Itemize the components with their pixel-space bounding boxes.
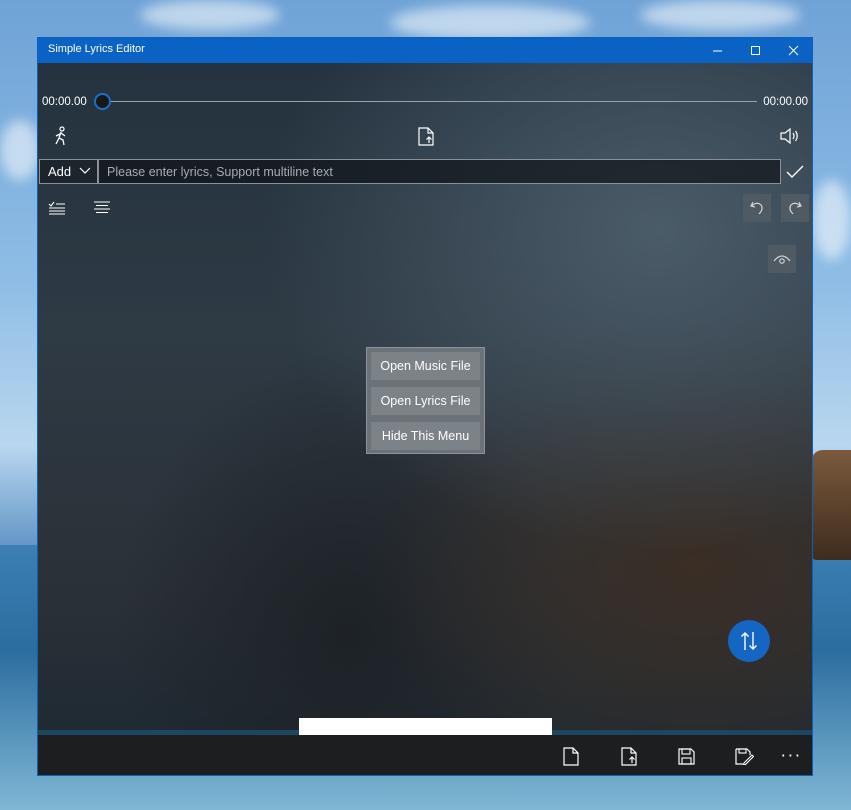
more-button[interactable]: ··· bbox=[781, 746, 802, 765]
cloud bbox=[812, 180, 851, 260]
eye-icon bbox=[773, 255, 791, 264]
total-time: 00:00.00 bbox=[763, 96, 808, 108]
progress-track[interactable] bbox=[102, 101, 757, 102]
chevron-down-icon bbox=[79, 167, 91, 174]
open-file-bottom-button[interactable] bbox=[618, 745, 640, 767]
align-lines-button[interactable] bbox=[91, 197, 113, 219]
cloud bbox=[0, 120, 40, 180]
preview-button[interactable] bbox=[768, 245, 796, 273]
window-title: Simple Lyrics Editor bbox=[48, 43, 145, 55]
undo-button[interactable] bbox=[743, 194, 771, 222]
walking-person-button[interactable] bbox=[50, 125, 72, 147]
progress-thumb[interactable] bbox=[94, 93, 111, 110]
save-as-icon bbox=[734, 747, 754, 765]
hide-menu-button[interactable]: Hide This Menu bbox=[371, 422, 480, 450]
minimize-icon bbox=[712, 50, 722, 52]
save-button[interactable] bbox=[675, 745, 697, 767]
confirm-button[interactable] bbox=[784, 161, 806, 183]
main-content: 00:00.00 00:00.00 Add Please enter lyric… bbox=[38, 63, 812, 760]
rock bbox=[811, 450, 851, 560]
close-button[interactable] bbox=[774, 38, 812, 63]
maximize-button[interactable] bbox=[736, 38, 774, 63]
swap-vertical-icon bbox=[741, 632, 757, 650]
maximize-icon bbox=[750, 46, 760, 55]
volume-button[interactable] bbox=[779, 125, 801, 147]
save-as-button[interactable] bbox=[733, 745, 755, 767]
open-file-icon bbox=[418, 126, 434, 146]
cloud bbox=[390, 5, 590, 40]
new-file-icon bbox=[563, 746, 579, 766]
walking-person-icon bbox=[55, 126, 66, 146]
checklist-button[interactable] bbox=[46, 197, 68, 219]
lyrics-input[interactable] bbox=[98, 159, 781, 184]
swap-button[interactable] bbox=[728, 620, 770, 662]
align-lines-icon bbox=[94, 201, 110, 214]
volume-icon bbox=[780, 128, 798, 144]
checkmark-icon bbox=[786, 165, 804, 178]
open-music-file-button[interactable]: Open Music File bbox=[371, 352, 480, 380]
close-icon bbox=[788, 45, 798, 56]
command-bar: ··· bbox=[38, 735, 812, 775]
cloud bbox=[640, 0, 800, 30]
open-file-button[interactable] bbox=[415, 125, 437, 147]
minimize-button[interactable] bbox=[698, 38, 736, 63]
undo-icon bbox=[750, 201, 763, 215]
checklist-icon bbox=[48, 201, 65, 215]
title-bar[interactable]: Simple Lyrics Editor bbox=[38, 38, 812, 63]
mode-dropdown[interactable]: Add bbox=[39, 159, 98, 184]
app-window: Simple Lyrics Editor 00:00.00 00:00.00 A… bbox=[37, 37, 813, 776]
open-file-icon bbox=[621, 746, 637, 766]
start-menu: Open Music File Open Lyrics File Hide Th… bbox=[366, 347, 485, 454]
mode-label: Add bbox=[48, 164, 72, 179]
save-icon bbox=[677, 747, 695, 765]
open-lyrics-file-button[interactable]: Open Lyrics File bbox=[371, 387, 480, 415]
cloud bbox=[140, 0, 280, 30]
redo-icon bbox=[789, 201, 802, 215]
new-file-button[interactable] bbox=[560, 745, 582, 767]
redo-button[interactable] bbox=[781, 194, 809, 222]
current-time: 00:00.00 bbox=[42, 96, 87, 108]
